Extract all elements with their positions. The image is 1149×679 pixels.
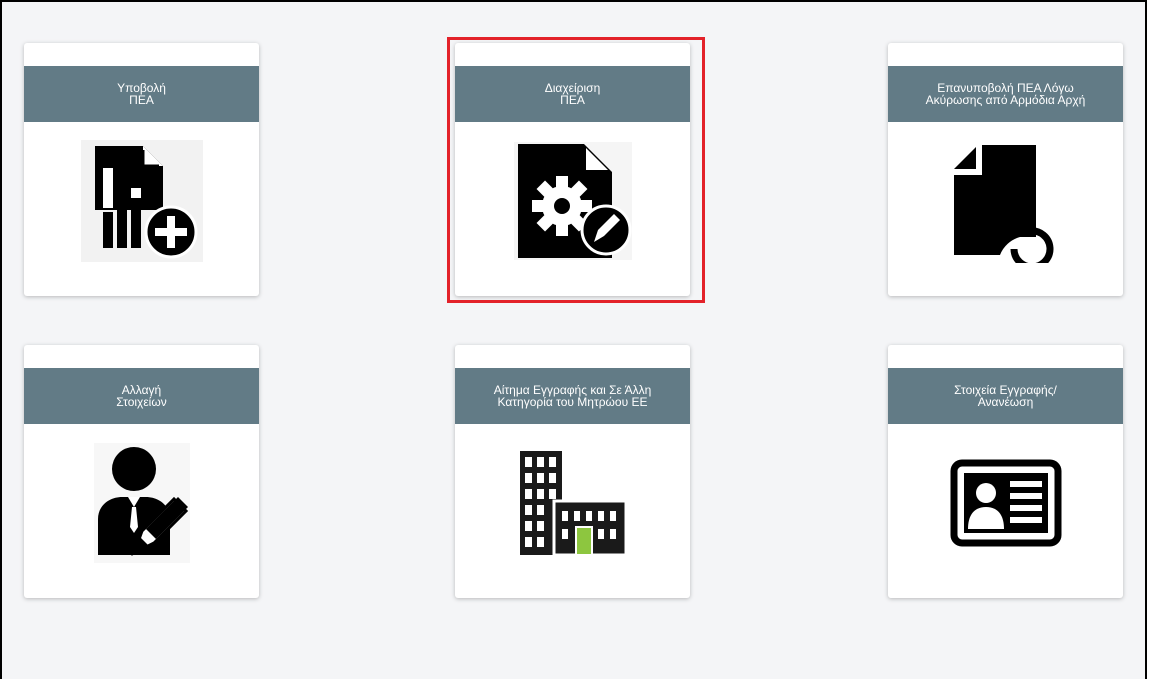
buildings-icon bbox=[519, 450, 627, 560]
tile-title: Επανυποβολή ΠΕΑ Λόγω Ακύρωσης από Αρμόδι… bbox=[925, 81, 1086, 107]
tile-registration-details[interactable]: Στοιχεία Εγγραφής/ Ανανέωση bbox=[888, 345, 1123, 598]
user-edit-icon bbox=[93, 442, 190, 568]
document-chart-add-icon bbox=[80, 139, 203, 267]
tile-header: Διαχείριση ΠΕΑ bbox=[455, 66, 690, 122]
tile-title: Αίτημα Εγγραφής και Σε Άλλη Κατηγορία το… bbox=[493, 383, 652, 409]
tile-header: Στοιχεία Εγγραφής/ Ανανέωση bbox=[888, 368, 1123, 424]
tile-manage-pea[interactable]: Διαχείριση ΠΕΑ bbox=[455, 43, 690, 296]
tile-title: Διαχείριση ΠΕΑ bbox=[544, 81, 601, 107]
tile-resubmit-pea[interactable]: Επανυποβολή ΠΕΑ Λόγω Ακύρωσης από Αρμόδι… bbox=[888, 43, 1123, 296]
tile-title: Υποβολή ΠΕΑ bbox=[117, 81, 166, 107]
tile-header: Επανυποβολή ΠΕΑ Λόγω Ακύρωσης από Αρμόδι… bbox=[888, 66, 1123, 122]
tile-header: Υποβολή ΠΕΑ bbox=[24, 66, 259, 122]
tile-registration-request[interactable]: Αίτημα Εγγραφής και Σε Άλλη Κατηγορία το… bbox=[455, 345, 690, 598]
tile-title: Στοιχεία Εγγραφής/ Ανανέωση bbox=[954, 383, 1057, 409]
dashboard-canvas: Υποβολή ΠΕΑ Διαχείριση ΠΕΑ Επανυποβολή Π… bbox=[0, 0, 1147, 679]
tile-change-details[interactable]: Αλλαγή Στοιχείων bbox=[24, 345, 259, 598]
tile-title: Αλλαγή Στοιχείων bbox=[116, 383, 167, 409]
document-resubmit-icon bbox=[944, 139, 1068, 270]
document-gear-edit-icon bbox=[513, 141, 632, 265]
tile-header: Αλλαγή Στοιχείων bbox=[24, 368, 259, 424]
id-card-icon bbox=[950, 459, 1062, 552]
tile-submit-pea[interactable]: Υποβολή ΠΕΑ bbox=[24, 43, 259, 296]
tile-header: Αίτημα Εγγραφής και Σε Άλλη Κατηγορία το… bbox=[455, 368, 690, 424]
